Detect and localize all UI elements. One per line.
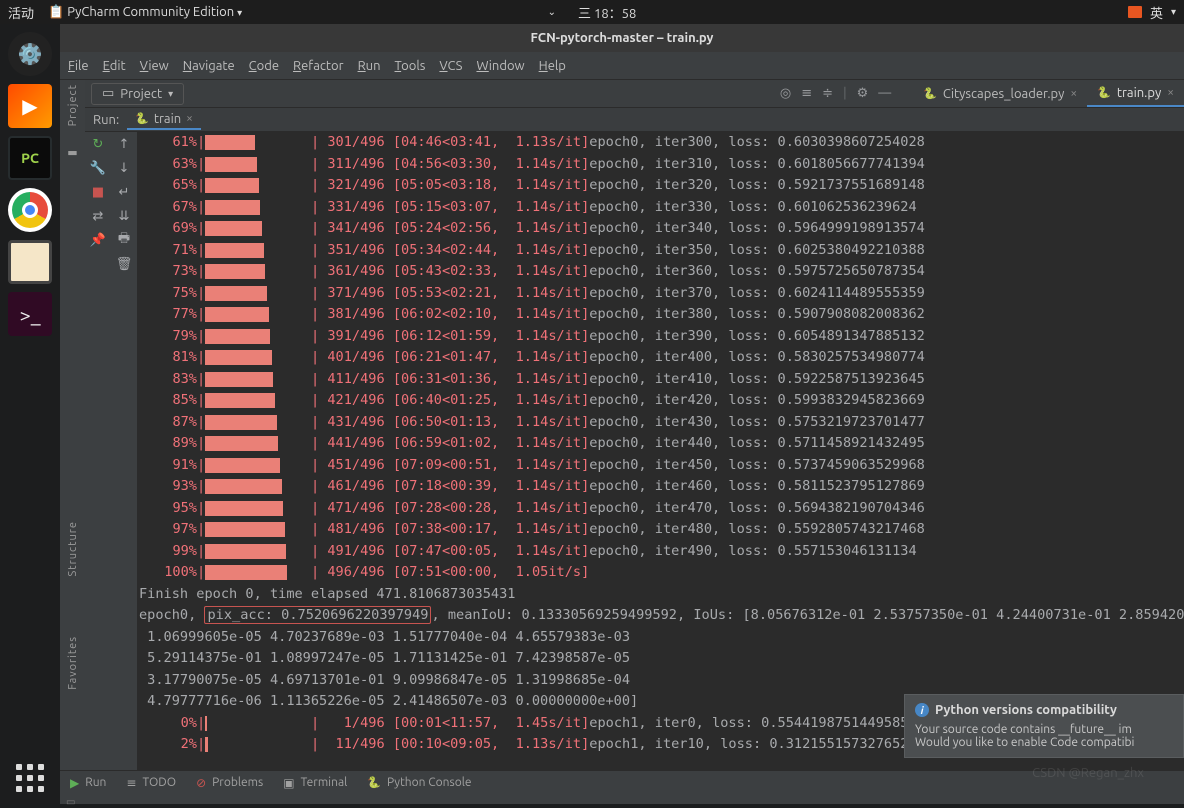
menu-run[interactable]: Run xyxy=(358,59,381,73)
pin-icon[interactable]: 📌 xyxy=(85,228,111,252)
app-grid-icon[interactable] xyxy=(16,764,44,792)
project-toolbar: ◎ ≡ ≑ | ⚙ — xyxy=(780,86,891,101)
watermark: CSDN @Regan_zhx xyxy=(1032,766,1144,780)
python-icon: 🐍 xyxy=(923,87,937,100)
problems-tab[interactable]: ⊘Problems xyxy=(196,776,263,790)
indicator-icon[interactable] xyxy=(1128,6,1142,18)
status-icon[interactable]: ▭ xyxy=(60,796,75,807)
menu-edit[interactable]: Edit xyxy=(103,59,126,73)
collapse-icon[interactable]: ≑ xyxy=(822,86,833,101)
info-icon: i xyxy=(915,703,929,717)
close-icon[interactable]: × xyxy=(1167,86,1174,99)
target-icon[interactable]: ◎ xyxy=(780,86,791,101)
up-icon[interactable]: ↑ xyxy=(111,132,137,156)
todo-icon: ≡ xyxy=(126,776,136,790)
clock[interactable]: ⌄三 18：58 xyxy=(548,3,637,22)
project-view-icon: ▭ xyxy=(102,86,114,101)
run-tab[interactable]: ▶Run xyxy=(70,776,106,790)
layout-icon[interactable]: ⇄ xyxy=(85,204,111,228)
menu-help[interactable]: Help xyxy=(539,59,566,73)
run-label: Run: xyxy=(93,113,119,127)
run-tool-column: ↻ ↑ 🔧 ↓ ■ ↵ ⇄ ⇊ 📌 🖶 🗑 xyxy=(85,132,137,770)
problems-icon: ⊘ xyxy=(196,776,206,790)
run-config-tab[interactable]: 🐍 train × xyxy=(127,110,201,130)
files-icon[interactable] xyxy=(8,240,52,284)
system-menu-icon[interactable]: ▾ xyxy=(1171,6,1176,18)
chrome-icon[interactable] xyxy=(8,188,52,232)
wrench-icon[interactable]: 🔧 xyxy=(85,156,111,180)
popup-line: Your source code contains __future__ im xyxy=(915,723,1173,736)
activities-button[interactable]: 活动 xyxy=(8,3,34,22)
run-header: Run: 🐍 train × xyxy=(85,108,1184,132)
rerun-icon[interactable]: ↻ xyxy=(85,132,111,156)
window-title: FCN-pytorch-master – train.py xyxy=(60,24,1184,52)
app-menu[interactable]: 📋 PyCharm Community Edition ▾ xyxy=(48,5,242,20)
python-icon: 🐍 xyxy=(367,776,381,789)
menu-navigate[interactable]: Navigate xyxy=(183,59,235,73)
folder-icon[interactable]: ▬ xyxy=(67,146,77,159)
compatibility-popup[interactable]: i Python versions compatibility Your sou… xyxy=(904,694,1184,758)
tab-label: train.py xyxy=(1117,86,1161,100)
editor-tab[interactable]: 🐍 train.py × xyxy=(1087,80,1184,107)
down-icon[interactable]: ↓ xyxy=(111,156,137,180)
todo-tab[interactable]: ≡TODO xyxy=(126,776,176,790)
python-icon: 🐍 xyxy=(1097,86,1111,99)
terminal-icon[interactable]: >_ xyxy=(8,292,52,336)
menu-tools[interactable]: Tools xyxy=(395,59,426,73)
terminal-tab[interactable]: ▣Terminal xyxy=(283,776,347,790)
bottom-toolbar: ▶Run ≡TODO ⊘Problems ▣Terminal 🐍Python C… xyxy=(60,770,1184,794)
close-icon[interactable]: × xyxy=(186,112,193,125)
menu-refactor[interactable]: Refactor xyxy=(293,59,344,73)
status-strip: ▭ xyxy=(60,794,1184,804)
run-pane: ↻ ↑ 🔧 ↓ ■ ↵ ⇄ ⇊ 📌 🖶 🗑 61%|| 301/496 [04:… xyxy=(85,132,1184,770)
gear-icon[interactable]: ⚙ xyxy=(857,86,869,101)
scroll-icon[interactable]: ⇊ xyxy=(111,204,137,228)
expand-icon[interactable]: ≡ xyxy=(801,86,812,101)
popup-title: i Python versions compatibility xyxy=(915,703,1173,717)
left-gutter: Project ▬ Structure Favorites xyxy=(60,80,85,780)
menu-file[interactable]: File xyxy=(68,59,89,73)
tool-row: ▭ Project ▾ ◎ ≡ ≑ | ⚙ — 🐍 Cityscapes_load… xyxy=(85,80,1184,108)
hide-icon[interactable]: — xyxy=(878,86,891,101)
project-dropdown[interactable]: ▭ Project ▾ xyxy=(91,83,184,105)
print-icon[interactable]: 🖶 xyxy=(111,228,137,252)
media-player-icon[interactable]: ▶ xyxy=(8,84,52,128)
menu-vcs[interactable]: VCS xyxy=(439,59,462,73)
project-toolwindow[interactable]: Project xyxy=(67,84,79,126)
pycharm-icon[interactable]: PC xyxy=(8,136,52,180)
console-output[interactable]: 61%|| 301/496 [04:46<03:41, 1.13s/it]epo… xyxy=(137,132,1184,770)
close-icon[interactable]: × xyxy=(1070,87,1077,100)
trash-icon[interactable]: 🗑 xyxy=(111,252,137,276)
editor-tabs: 🐍 Cityscapes_loader.py × 🐍 train.py × xyxy=(913,80,1184,107)
softwrap-icon[interactable]: ↵ xyxy=(111,180,137,204)
menu-code[interactable]: Code xyxy=(249,59,279,73)
tab-label: Cityscapes_loader.py xyxy=(943,87,1065,101)
menu-window[interactable]: Window xyxy=(476,59,524,73)
favorites-toolwindow[interactable]: Favorites xyxy=(67,636,79,690)
python-icon: 🐍 xyxy=(135,112,149,125)
chevron-down-icon: ▾ xyxy=(168,88,173,100)
gnome-topbar: 活动 📋 PyCharm Community Edition ▾ ⌄三 18：5… xyxy=(0,0,1184,24)
terminal-bottom-icon: ▣ xyxy=(283,776,294,790)
play-icon: ▶ xyxy=(70,776,79,790)
stop-icon[interactable]: ■ xyxy=(85,180,111,204)
ubuntu-launcher: ⚙️ ▶ PC >_ xyxy=(0,24,60,804)
pyconsole-tab[interactable]: 🐍Python Console xyxy=(367,776,471,789)
popup-line: Would you like to enable Code compatibi xyxy=(915,736,1173,749)
menu-bar: File Edit View Navigate Code Refactor Run Tools… xyxy=(60,52,1184,80)
structure-toolwindow[interactable]: Structure xyxy=(67,521,79,577)
settings-icon[interactable]: ⚙️ xyxy=(8,32,52,76)
editor-tab[interactable]: 🐍 Cityscapes_loader.py × xyxy=(913,80,1087,107)
menu-view[interactable]: View xyxy=(140,59,169,73)
ime-indicator[interactable]: 英 xyxy=(1150,3,1163,22)
